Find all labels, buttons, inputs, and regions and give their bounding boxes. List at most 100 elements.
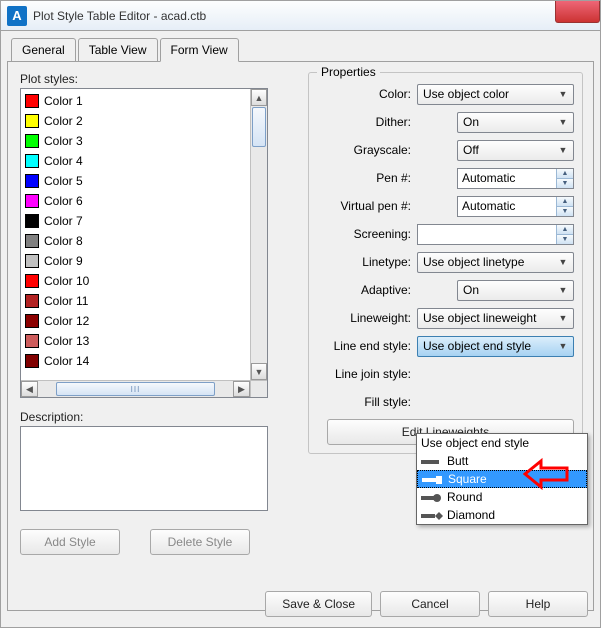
dither-combo[interactable]: On ▼ (457, 112, 574, 133)
tab-page-form-view: Plot styles: Color 1Color 2Color 3Color … (7, 61, 594, 611)
list-item[interactable]: Color 4 (23, 151, 248, 171)
pen-spinner[interactable]: Automatic▲▼ (457, 168, 574, 189)
color-swatch (25, 354, 39, 368)
plot-style-editor-window: A Plot Style Table Editor - acad.ctb Gen… (0, 0, 601, 628)
list-item-label: Color 5 (44, 174, 83, 188)
pen-label: Pen #: (317, 171, 417, 185)
adaptive-combo[interactable]: On▼ (457, 280, 574, 301)
color-value: Use object color (423, 87, 509, 101)
butt-icon (421, 456, 443, 466)
virtual-pen-value: Automatic (462, 199, 515, 213)
grayscale-combo[interactable]: Off ▼ (457, 140, 574, 161)
color-swatch (25, 214, 39, 228)
scroll-right-icon[interactable]: ▶ (233, 381, 250, 397)
scroll-up-icon[interactable]: ▲ (251, 89, 267, 106)
list-item[interactable]: Color 7 (23, 211, 248, 231)
chevron-down-icon: ▼ (555, 89, 571, 99)
scroll-down-icon[interactable]: ▼ (251, 363, 267, 380)
close-button[interactable] (555, 1, 600, 23)
virtual-pen-label: Virtual pen #: (317, 199, 417, 213)
lineweight-value: Use object lineweight (423, 311, 536, 325)
list-item-label: Color 10 (44, 274, 89, 288)
virtual-pen-spinner[interactable]: Automatic ▲▼ (457, 196, 574, 217)
list-item[interactable]: Color 14 (23, 351, 248, 371)
end-style-option-use-object[interactable]: Use object end style (417, 434, 587, 452)
spin-up-icon[interactable]: ▲ (556, 169, 573, 179)
chevron-down-icon: ▼ (555, 145, 571, 155)
spin-down-icon[interactable]: ▼ (556, 179, 573, 188)
scroll-thumb[interactable] (252, 107, 266, 147)
grayscale-value: Off (463, 143, 479, 157)
end-style-option-diamond[interactable]: Diamond (417, 506, 587, 524)
dither-label: Dither: (317, 115, 417, 129)
list-item-label: Color 14 (44, 354, 89, 368)
list-item-label: Color 7 (44, 214, 83, 228)
screening-spinner[interactable]: ▲▼ (417, 224, 574, 245)
tab-general[interactable]: General (11, 38, 76, 62)
list-item[interactable]: Color 9 (23, 251, 248, 271)
color-swatch (25, 114, 39, 128)
spin-down-icon[interactable]: ▼ (556, 235, 573, 244)
list-item[interactable]: Color 2 (23, 111, 248, 131)
chevron-down-icon: ▼ (555, 341, 571, 351)
color-swatch (25, 134, 39, 148)
dither-value: On (463, 115, 479, 129)
horizontal-scrollbar[interactable]: ◀ III ▶ (21, 380, 250, 397)
fill-style-label: Fill style: (317, 395, 417, 409)
spin-up-icon[interactable]: ▲ (556, 225, 573, 235)
end-style-label: Line end style: (317, 339, 417, 353)
plot-styles-list[interactable]: Color 1 Color 2 Color 3 Color 4 Color 5 Color… (20, 88, 268, 398)
spin-up-icon[interactable]: ▲ (556, 197, 573, 207)
end-style-value: Use object end style (423, 339, 531, 353)
tab-form-view[interactable]: Form View (160, 38, 239, 62)
delete-style-button[interactable]: Delete Style (150, 529, 250, 555)
hscroll-thumb[interactable]: III (56, 382, 215, 396)
list-item[interactable]: Color 13 (23, 331, 248, 351)
list-item[interactable]: Color 8 (23, 231, 248, 251)
color-swatch (25, 334, 39, 348)
save-close-button[interactable]: Save & Close (265, 591, 372, 617)
diamond-icon (421, 510, 443, 520)
color-swatch (25, 254, 39, 268)
linetype-label: Linetype: (317, 255, 417, 269)
adaptive-value: On (463, 283, 479, 297)
list-item-label: Color 11 (44, 294, 88, 308)
help-button[interactable]: Help (488, 591, 588, 617)
lineweight-label: Lineweight: (317, 311, 417, 325)
spin-down-icon[interactable]: ▼ (556, 207, 573, 216)
chevron-down-icon: ▼ (555, 257, 571, 267)
list-item[interactable]: Color 10 (23, 271, 248, 291)
end-style-combo[interactable]: Use object end style ▼ (417, 336, 574, 357)
scroll-left-icon[interactable]: ◀ (21, 381, 38, 397)
adaptive-label: Adaptive: (317, 283, 417, 297)
plot-styles-label: Plot styles: (20, 72, 290, 86)
properties-legend: Properties (317, 65, 380, 79)
lineweight-combo[interactable]: Use object lineweight ▼ (417, 308, 574, 329)
screening-label: Screening: (317, 227, 417, 241)
list-item-label: Color 3 (44, 134, 83, 148)
list-item[interactable]: Color 6 (23, 191, 248, 211)
chevron-down-icon: ▼ (555, 313, 571, 323)
list-item[interactable]: Color 12 (23, 311, 248, 331)
list-item-label: Color 4 (44, 154, 83, 168)
tabstrip: General Table View Form View (11, 37, 594, 61)
description-input[interactable] (20, 426, 268, 511)
color-label: Color: (317, 87, 417, 101)
tab-table-view[interactable]: Table View (78, 38, 158, 62)
list-item-label: Color 6 (44, 194, 83, 208)
cancel-button[interactable]: Cancel (380, 591, 480, 617)
list-item[interactable]: Color 1 (23, 91, 248, 111)
list-item[interactable]: Color 5 (23, 171, 248, 191)
vertical-scrollbar[interactable]: ▲ ▼ (250, 89, 267, 380)
list-item[interactable]: Color 11 (23, 291, 248, 311)
list-item-label: Color 12 (44, 314, 89, 328)
color-combo[interactable]: Use object color ▼ (417, 84, 574, 105)
add-style-button[interactable]: Add Style (20, 529, 120, 555)
join-style-label: Line join style: (317, 367, 417, 381)
color-swatch (25, 234, 39, 248)
chevron-down-icon: ▼ (555, 117, 571, 127)
linetype-combo[interactable]: Use object linetype ▼ (417, 252, 574, 273)
linetype-value: Use object linetype (423, 255, 524, 269)
list-item[interactable]: Color 3 (23, 131, 248, 151)
list-item-label: Color 2 (44, 114, 83, 128)
